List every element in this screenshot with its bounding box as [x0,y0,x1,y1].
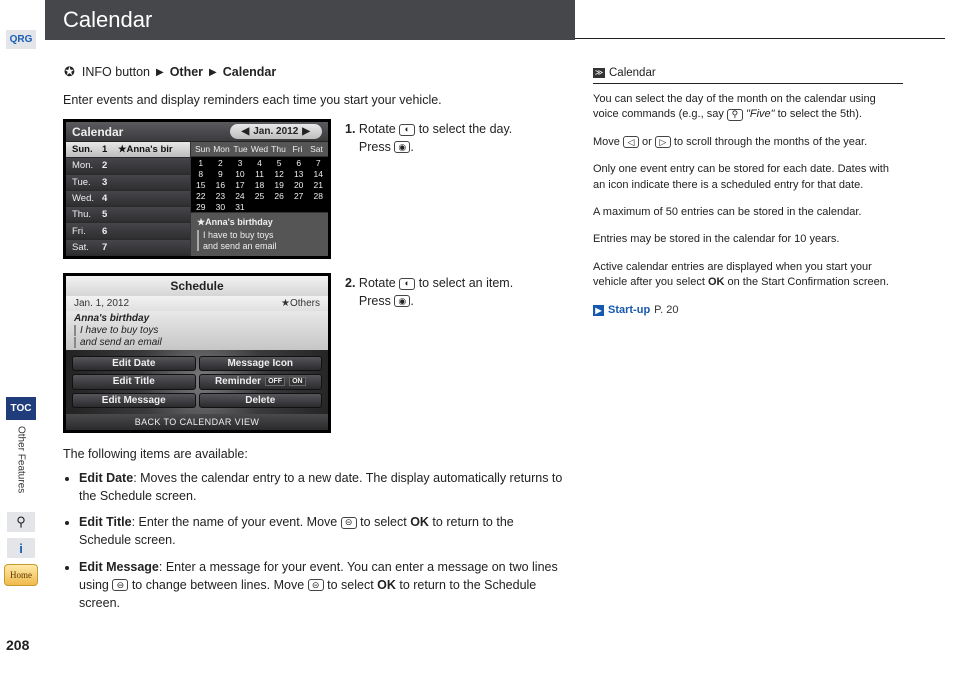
day-row: Sun.1★Anna's bir [66,142,190,158]
startup-link[interactable]: ▶ Start-up P. 20 [593,303,903,318]
page-title: Calendar [45,0,575,40]
voice-icon[interactable]: ⚲ [7,512,35,532]
edit-date-button: Edit Date [72,356,196,371]
side-p5: Entries may be stored in the calendar fo… [593,232,903,247]
move-selector-icon: ⊝ [341,517,357,529]
message-icon-button: Message Icon [199,356,323,371]
rotate-dial-icon: ◐ [399,124,415,136]
qrg-badge[interactable]: QRG [6,30,36,49]
breadcrumb-calendar: Calendar [223,65,277,79]
move-right-icon: ▷ [655,136,671,148]
shot2-event-body1: I have to buy toys [74,325,320,336]
day-row: Mon.2 [66,158,190,174]
info-icon[interactable]: i [7,538,35,558]
items-intro: The following items are available: [63,447,563,461]
side-p4: A maximum of 50 entries can be stored in… [593,205,903,220]
day-row: Tue.3 [66,175,190,191]
intro-text: Enter events and display reminders each … [63,93,563,107]
side-p1: You can select the day of the month on t… [593,92,903,123]
list-item: Edit Title: Enter the name of your event… [79,513,563,549]
edit-title-button: Edit Title [72,374,196,389]
side-heading-icon: ≫ [593,68,605,78]
move-selector-icon: ⊖ [112,579,128,591]
breadcrumb-info: INFO button [82,65,150,79]
day-row: Fri.6 [66,223,190,239]
preview-line1: I have to buy toys [203,230,322,241]
info-button-icon: ✪ [63,66,76,78]
chevron-right-icon: ▶ [302,126,310,137]
calendar-screenshot: Calendar ◀ Jan. 2012 ▶ Sun.1★Anna's birM… [63,119,331,259]
delete-button: Delete [199,393,323,408]
title-rule [575,38,945,39]
press-enter-icon: ◉ [394,141,410,153]
move-left-icon: ◁ [623,136,639,148]
rotate-dial-icon: ◐ [399,278,415,290]
side-heading: ≫ Calendar [593,65,903,84]
link-page: P. 20 [654,303,678,318]
preview-title: ★Anna's birthday [197,217,322,228]
side-p3: Only one event entry can be stored for e… [593,162,903,193]
shot2-date: Jan. 1, 2012 [74,298,129,309]
list-item: Edit Date: Moves the calendar entry to a… [79,469,563,505]
chevron-right-icon: ▶ [209,67,217,78]
link-label: Start-up [608,303,650,318]
items-list: Edit Date: Moves the calendar entry to a… [63,469,563,612]
left-sidebar: QRG TOC Other Features ⚲ i Home [0,0,42,674]
shot2-event-body2: and send an email [74,337,320,348]
schedule-screenshot: Schedule Jan. 1, 2012 ★Others Anna's bir… [63,273,331,433]
side-heading-label: Calendar [609,65,656,81]
shot2-others: ★Others [281,298,320,309]
month-label: Jan. 2012 [253,126,298,137]
home-button[interactable]: Home [4,564,38,586]
step-2-text: 2. Rotate ◐ to select an item. Press ◉. [345,273,563,433]
move-selector-icon: ⊝ [308,579,324,591]
press-enter-icon: ◉ [394,295,410,307]
shot2-event-title: Anna's birthday [74,313,320,324]
preview-line2: and send an email [203,241,322,252]
reminder-button: ReminderOFFON [199,374,323,389]
back-to-calendar: BACK TO CALENDAR VIEW [66,414,328,430]
day-row: Thu.5 [66,207,190,223]
side-p6: Active calendar entries are displayed wh… [593,260,903,291]
step-1-text: 1. Rotate ◐ to select the day. Press ◉. [345,119,563,259]
page-number: 208 [6,637,29,653]
side-p2: Move ◁ or ▷ to scroll through the months… [593,135,903,150]
edit-message-button: Edit Message [72,393,196,408]
chevron-left-icon: ◀ [242,126,250,137]
day-row: Sat.7 [66,240,190,256]
list-item: Edit Message: Enter a message for your e… [79,558,563,612]
toc-button[interactable]: TOC [6,397,36,420]
shot2-title: Schedule [66,276,328,296]
day-row: Wed.4 [66,191,190,207]
breadcrumb-other: Other [170,65,203,79]
chevron-right-icon: ▶ [156,67,164,78]
shot1-title: Calendar [72,125,123,139]
breadcrumb: ✪ INFO button ▶ Other ▶ Calendar [63,65,563,79]
voice-command-icon: ⚲ [727,109,743,121]
section-label: Other Features [16,426,27,506]
month-selector: ◀ Jan. 2012 ▶ [230,124,322,139]
link-arrow-icon: ▶ [593,305,604,316]
